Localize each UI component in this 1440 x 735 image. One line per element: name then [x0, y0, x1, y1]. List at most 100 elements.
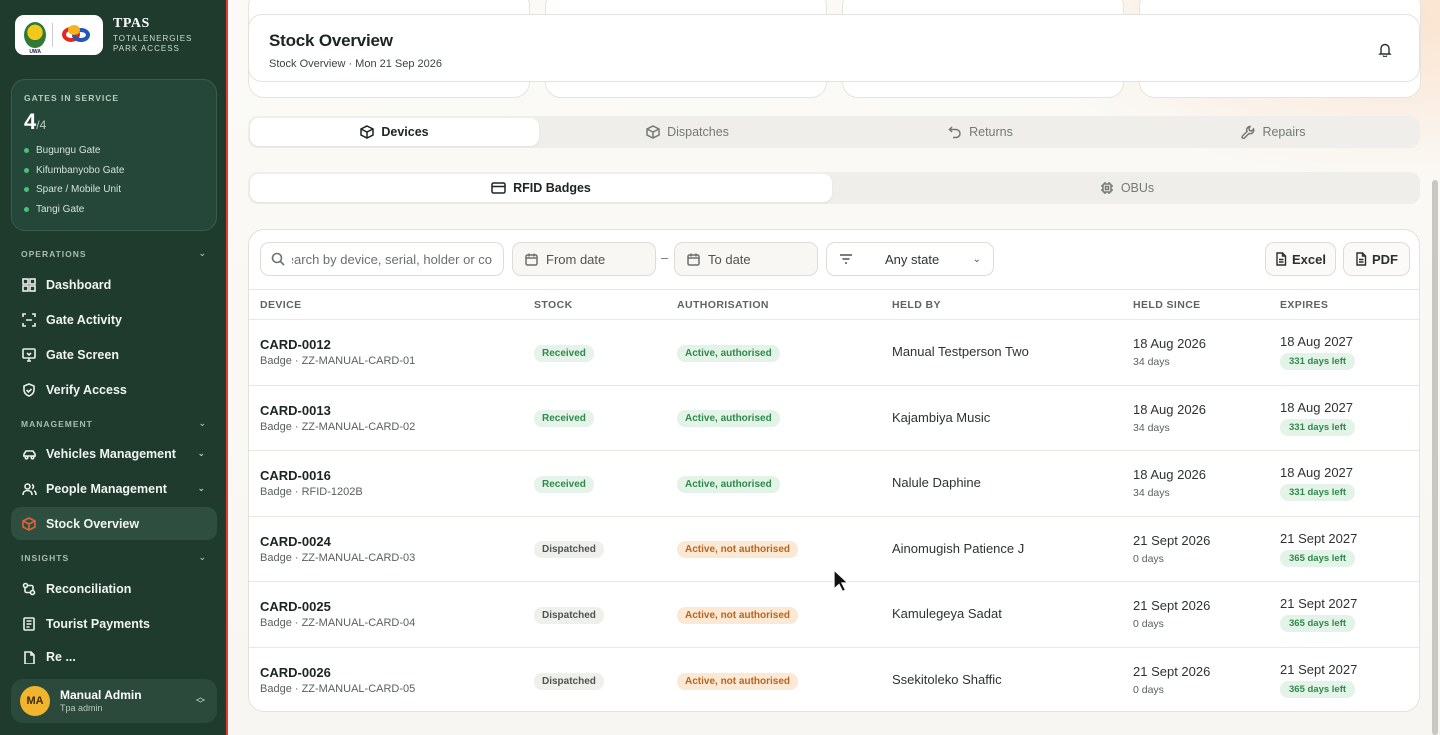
stock-cell: Received [523, 451, 666, 517]
user-menu[interactable]: MA Manual Admin Tpa admin ︿ ﹀ [11, 679, 217, 723]
status-dot-icon [24, 148, 29, 154]
device-type-tabs: RFID Badges OBUs [248, 172, 1420, 204]
column-header-device[interactable]: DEVICE [249, 290, 523, 320]
sidebar-item-reconciliation[interactable]: Reconciliation [11, 572, 217, 605]
to-date-field[interactable]: To date [674, 242, 818, 276]
mouse-cursor-icon [833, 568, 850, 598]
expires-cell: 21 Sept 2027 365 days left [1269, 582, 1419, 648]
sidebar-item-stock-overview[interactable]: Stock Overview [11, 507, 217, 540]
stock-status-badge: Received [534, 410, 594, 428]
stock-cell: Received [523, 320, 666, 386]
tab-label: Devices [381, 125, 429, 139]
holder-name: Ainomugish Patience J [892, 540, 1025, 556]
authorisation-cell: Active, authorised [666, 451, 881, 517]
table-row[interactable]: CARD-0026 Badge · ZZ-MANUAL-CARD-05 Disp… [249, 647, 1419, 711]
brand[interactable]: TPAS TOTALENERGIES PARK ACCESS [15, 14, 215, 56]
held-since-cell: 18 Aug 2026 34 days [1122, 451, 1269, 517]
brand-text: TPAS TOTALENERGIES PARK ACCESS [113, 16, 192, 54]
logo-divider [52, 23, 54, 47]
sidebar-item-label: Gate Activity [46, 312, 122, 327]
expiry-date: 21 Sept 2027 [1280, 596, 1358, 612]
device-serial: Badge · ZZ-MANUAL-CARD-05 [260, 683, 416, 695]
held-since-date: 21 Sept 2026 [1133, 664, 1211, 679]
shield-check-icon [21, 382, 37, 398]
sidebar-item-vehicles-management[interactable]: Vehicles Management ⌄ [11, 437, 217, 470]
tab-rfid-badges[interactable]: RFID Badges [250, 174, 832, 202]
column-header-stock[interactable]: STOCK [523, 290, 666, 320]
tab-repairs[interactable]: Repairs [1129, 118, 1418, 146]
sidebar-item-reports[interactable]: Re ... [11, 642, 217, 664]
sidebar-item-people-management[interactable]: People Management ⌄ [11, 472, 217, 505]
pdf-export-button[interactable]: PDF [1343, 242, 1410, 276]
sidebar-item-gate-screen[interactable]: Gate Screen [11, 338, 217, 371]
device-id[interactable]: CARD-0025 [260, 599, 523, 614]
device-id[interactable]: CARD-0012 [260, 337, 523, 352]
device-serial: Badge · ZZ-MANUAL-CARD-01 [260, 355, 416, 368]
sidebar-item-dashboard[interactable]: Dashboard [11, 268, 217, 301]
tab-label: Repairs [1262, 125, 1306, 139]
held-since-date: 18 Aug 2026 [1133, 401, 1207, 417]
holder-name: Kajambiya Music [892, 409, 991, 425]
search-input[interactable]: Search by device, serial, holder or co [260, 242, 504, 276]
from-date-field[interactable]: From date [512, 242, 656, 276]
tab-dispatches[interactable]: Dispatches [543, 118, 832, 146]
holder-cell: Kamulegeya Sadat [881, 582, 1122, 648]
nav-section-operations[interactable]: OPERATIONS ⌄ [21, 248, 207, 259]
chevron-down-icon: ⌄ [198, 418, 207, 428]
scrollbar[interactable] [1432, 180, 1438, 735]
tab-obus[interactable]: OBUs [836, 174, 1418, 202]
tab-devices[interactable]: Devices [250, 118, 539, 146]
column-header-authorisation[interactable]: AUTHORISATION [666, 290, 881, 320]
page-header: Stock Overview Stock Overview · Mon 21 S… [248, 14, 1420, 82]
holder-name: Kamulegeya Sadat [892, 606, 1002, 622]
days-left-badge: 331 days left [1280, 418, 1356, 436]
holder-cell: Kajambiya Music [881, 385, 1122, 451]
expiry-date: 21 Sept 2027 [1280, 662, 1358, 677]
box-icon [21, 516, 37, 532]
table-row[interactable]: CARD-0016 Badge · RFID-1202B Received Ac… [249, 451, 1419, 517]
tab-returns[interactable]: Returns [836, 118, 1125, 146]
bell-icon[interactable] [1378, 42, 1392, 62]
device-id[interactable]: CARD-0024 [260, 534, 523, 549]
table-header-row: DEVICE STOCK AUTHORISATION HELD BY HELD … [249, 289, 1419, 320]
nav-section-management[interactable]: MANAGEMENT ⌄ [21, 418, 207, 429]
stock-status-badge: Received [534, 475, 594, 493]
column-header-held-by[interactable]: HELD BY [881, 290, 1122, 320]
holder-name: Nalule Daphine [892, 475, 981, 491]
column-header-expires[interactable]: EXPIRES [1269, 290, 1419, 320]
device-id[interactable]: CARD-0016 [260, 468, 523, 483]
car-icon [21, 446, 37, 462]
gate-item: Bugungu Gate [24, 141, 204, 161]
table-toolbar: Search by device, serial, holder or co F… [249, 230, 1419, 289]
device-id[interactable]: CARD-0026 [260, 665, 523, 680]
holder-cell: Nalule Daphine [881, 451, 1122, 517]
user-name: Manual Admin [60, 688, 142, 703]
stock-status-badge: Received [534, 344, 594, 362]
chip-icon [1100, 182, 1113, 194]
sidebar-item-tourist-payments[interactable]: Tourist Payments [11, 607, 217, 640]
expiry-date: 18 Aug 2027 [1280, 334, 1354, 350]
receipt-icon [21, 616, 37, 632]
nav-section-insights[interactable]: INSIGHTS ⌄ [21, 552, 207, 563]
sidebar-item-verify-access[interactable]: Verify Access [11, 373, 217, 406]
sidebar-item-gate-activity[interactable]: Gate Activity [11, 303, 217, 336]
state-filter-select[interactable]: Any state ⌄ [826, 242, 994, 276]
chevron-down-icon: ⌄ [198, 552, 207, 562]
chevron-down-icon: ⌄ [198, 248, 207, 258]
gate-item: Kifumbanyobo Gate [24, 161, 204, 181]
pdf-label: PDF [1372, 251, 1398, 267]
expiry-date: 21 Sept 2027 [1280, 530, 1358, 546]
search-icon [271, 252, 285, 266]
expires-cell: 21 Sept 2027 365 days left [1269, 647, 1419, 711]
device-id[interactable]: CARD-0013 [260, 403, 523, 418]
sidebar-item-label: Tourist Payments [46, 616, 150, 631]
expires-cell: 18 Aug 2027 331 days left [1269, 451, 1419, 517]
table-row[interactable]: CARD-0013 Badge · ZZ-MANUAL-CARD-02 Rece… [249, 385, 1419, 451]
held-since-date: 18 Aug 2026 [1133, 467, 1207, 483]
column-header-held-since[interactable]: HELD SINCE [1122, 290, 1269, 320]
table-row[interactable]: CARD-0012 Badge · ZZ-MANUAL-CARD-01 Rece… [249, 320, 1419, 386]
device-cell: CARD-0025 Badge · ZZ-MANUAL-CARD-04 [249, 582, 523, 648]
chevron-down-icon: ⌄ [197, 448, 205, 458]
calendar-icon [525, 253, 538, 266]
excel-export-button[interactable]: Excel [1265, 242, 1336, 276]
